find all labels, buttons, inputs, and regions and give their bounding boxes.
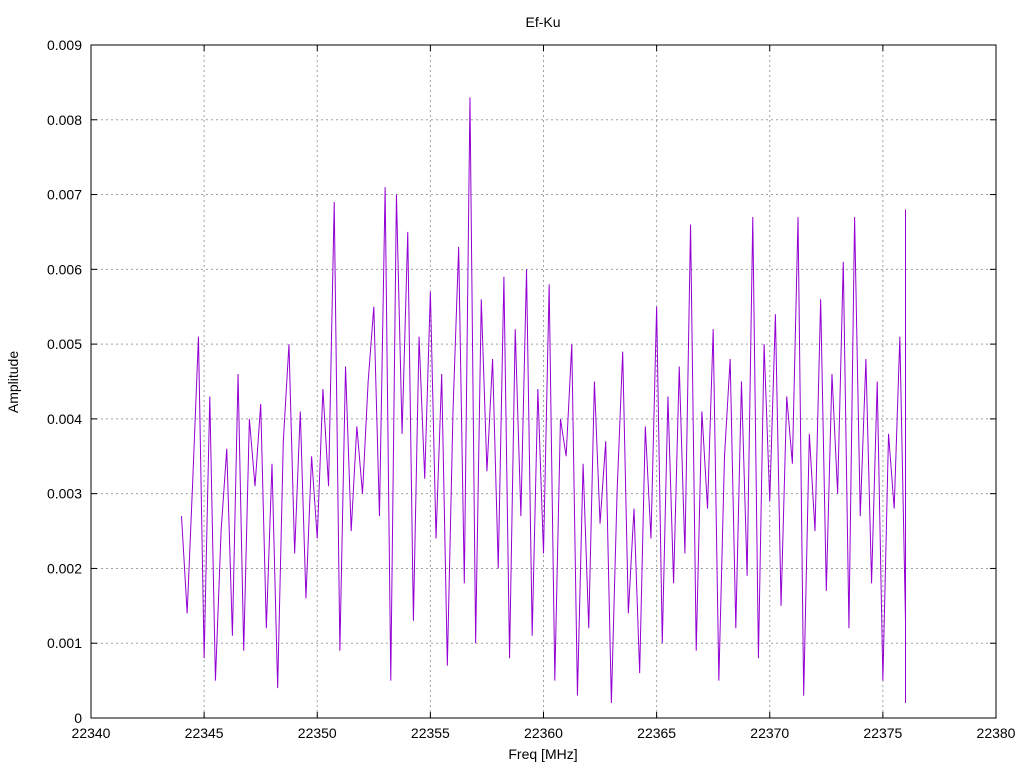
x-tick-label: 22340 bbox=[72, 725, 111, 741]
chart-title: Ef-Ku bbox=[525, 14, 560, 30]
y-tick-label: 0.004 bbox=[47, 411, 82, 427]
x-tick-labels: 22340 22345 22350 22355 22360 22365 22370 22375… bbox=[72, 725, 1016, 741]
y-tick-label: 0.002 bbox=[47, 560, 82, 576]
y-tick-labels: 0 0.001 0.002 0.003 0.004 0.005 0.006 0.007 0.00… bbox=[47, 37, 82, 726]
spectrum-chart: 22340 22345 22350 22355 22360 22365 22370 22375… bbox=[5, 14, 1016, 762]
x-tick-label: 22355 bbox=[411, 725, 450, 741]
y-tick-label: 0 bbox=[74, 710, 82, 726]
x-tick-label: 22345 bbox=[185, 725, 224, 741]
x-axis-label: Freq [MHz] bbox=[508, 746, 577, 762]
x-tick-label: 22350 bbox=[298, 725, 337, 741]
x-tick-label: 22380 bbox=[977, 725, 1016, 741]
y-tick-label: 0.009 bbox=[47, 37, 82, 53]
y-axis-label: Amplitude bbox=[5, 351, 21, 413]
x-tick-label: 22370 bbox=[750, 725, 789, 741]
x-tick-label: 22360 bbox=[524, 725, 563, 741]
x-tick-label: 22375 bbox=[863, 725, 902, 741]
y-tick-label: 0.001 bbox=[47, 635, 82, 651]
x-tick-label: 22365 bbox=[637, 725, 676, 741]
grid bbox=[91, 45, 996, 718]
y-tick-label: 0.003 bbox=[47, 486, 82, 502]
y-tick-label: 0.007 bbox=[47, 187, 82, 203]
y-tick-label: 0.006 bbox=[47, 261, 82, 277]
y-tick-label: 0.005 bbox=[47, 336, 82, 352]
y-tick-label: 0.008 bbox=[47, 112, 82, 128]
